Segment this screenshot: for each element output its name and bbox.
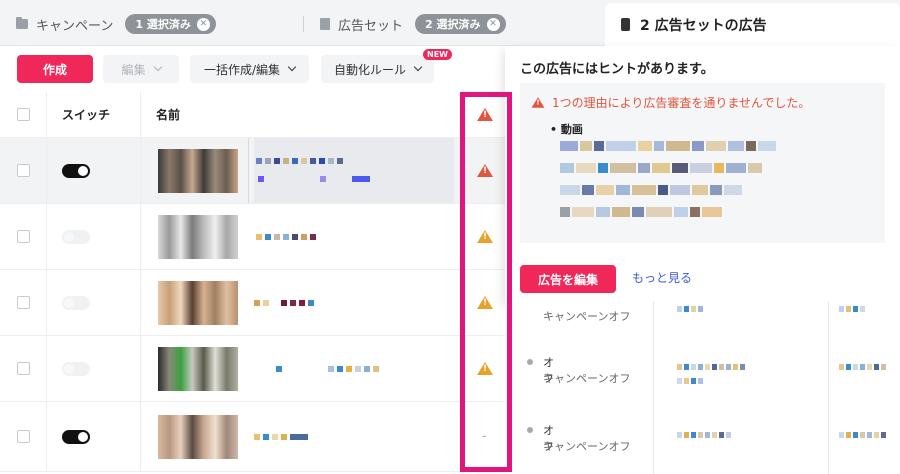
popover-title: この広告にはヒントがあります。 bbox=[520, 62, 714, 77]
hint-box: 1つの理由により広告審査を通りませんでした。 • 動画 bbox=[520, 83, 885, 243]
create-label: 作成 bbox=[42, 62, 67, 77]
row-checkbox[interactable] bbox=[17, 402, 30, 471]
ad-name-redacted bbox=[258, 176, 370, 182]
toggle-switch[interactable] bbox=[62, 402, 90, 471]
redacted-cell bbox=[677, 432, 731, 438]
ad-icon bbox=[621, 18, 630, 31]
toggle-switch[interactable] bbox=[62, 204, 90, 269]
toggle-switch[interactable] bbox=[62, 336, 90, 401]
table-row[interactable] bbox=[0, 270, 505, 336]
status-column: キャンペーンオフ オフ キャンペーンオフ オフ キャンペーンオフ bbox=[505, 302, 900, 474]
status-detail: キャンペーンオフ bbox=[543, 440, 631, 453]
tab-ads[interactable]: 2 広告セットの広告 bbox=[605, 3, 900, 46]
status-dot-icon bbox=[527, 427, 533, 433]
redacted-detail bbox=[560, 141, 880, 235]
chevron-down-icon bbox=[287, 62, 297, 72]
adset-badge-text: 2 選択済み bbox=[425, 18, 481, 31]
ad-thumbnail bbox=[158, 402, 238, 471]
table-header: スイッチ 名前 bbox=[0, 92, 505, 138]
warning-icon bbox=[531, 97, 545, 108]
campaign-badge-text: 1 選択済み bbox=[135, 18, 191, 31]
toggle-switch[interactable] bbox=[62, 138, 90, 203]
see-more-link[interactable]: もっと見る bbox=[632, 269, 692, 286]
row-checkbox[interactable] bbox=[17, 204, 30, 269]
automation-label: 自動化ルール bbox=[333, 62, 406, 77]
status-detail: キャンペーンオフ bbox=[543, 310, 631, 323]
redacted-cell bbox=[839, 306, 865, 312]
chevron-down-icon bbox=[413, 62, 423, 72]
breadcrumb-adset[interactable]: 広告セット 2 選択済み ✕ bbox=[320, 14, 506, 34]
adset-selection-badge[interactable]: 2 選択済み ✕ bbox=[415, 14, 506, 34]
review-error: 1つの理由により広告審査を通りませんでした。 bbox=[530, 94, 810, 111]
campaign-selection-badge[interactable]: 1 選択済み ✕ bbox=[125, 14, 216, 34]
table-row[interactable] bbox=[0, 336, 505, 402]
ad-name[interactable] bbox=[254, 270, 314, 335]
row-checkbox[interactable] bbox=[17, 336, 30, 401]
ad-name[interactable] bbox=[254, 138, 454, 203]
ad-thumbnail bbox=[158, 138, 238, 203]
bulk-edit-button[interactable]: 一括作成/編集 bbox=[190, 55, 309, 83]
clear-selection-icon[interactable]: ✕ bbox=[486, 17, 500, 31]
bulk-label: 一括作成/編集 bbox=[203, 62, 281, 77]
edit-ad-button[interactable]: 広告を編集 bbox=[520, 265, 616, 293]
table-row[interactable] bbox=[0, 204, 505, 270]
ad-thumbnail bbox=[158, 336, 238, 401]
chevron-down-icon bbox=[153, 62, 162, 72]
divider bbox=[303, 16, 304, 32]
hint-popover: この広告にはヒントがあります。 1つの理由により広告審査を通りませんでした。 •… bbox=[505, 46, 900, 302]
adset-label: 広告セット bbox=[338, 18, 404, 34]
redacted-cell bbox=[677, 364, 745, 370]
create-button[interactable]: 作成 bbox=[17, 55, 93, 83]
table-row[interactable]: - bbox=[0, 402, 505, 472]
breadcrumb: キャンペーン 1 選択済み ✕ 広告セット 2 選択済み ✕ 2 広告セットの広… bbox=[0, 0, 900, 46]
header-switch[interactable]: スイッチ bbox=[62, 92, 110, 137]
campaign-label: キャンペーン bbox=[36, 18, 114, 34]
review-error-text: 1つの理由により広告審査を通りませんでした。 bbox=[552, 96, 811, 110]
edit-button[interactable]: 編集 bbox=[103, 55, 179, 83]
warning-column-highlight bbox=[460, 92, 512, 472]
toggle-switch[interactable] bbox=[62, 270, 90, 335]
ad-name[interactable] bbox=[254, 402, 308, 471]
row-checkbox[interactable] bbox=[17, 138, 30, 203]
redacted-cell bbox=[677, 378, 703, 384]
ad-name-redacted bbox=[254, 299, 314, 306]
ad-thumbnail bbox=[158, 270, 238, 335]
row-checkbox[interactable] bbox=[17, 270, 30, 335]
status-dot-icon bbox=[527, 359, 533, 365]
redacted-cell bbox=[839, 432, 886, 438]
select-all-checkbox[interactable] bbox=[17, 92, 30, 137]
folder-icon bbox=[16, 17, 28, 29]
ad-name[interactable] bbox=[256, 204, 316, 269]
status-detail: キャンペーンオフ bbox=[543, 372, 631, 385]
header-name[interactable]: 名前 bbox=[156, 92, 180, 137]
ad-name-redacted bbox=[256, 233, 316, 240]
redacted-cell bbox=[839, 364, 886, 370]
edit-ad-label: 広告を編集 bbox=[537, 272, 598, 287]
table-row[interactable] bbox=[0, 138, 505, 204]
new-badge: NEW bbox=[423, 49, 452, 60]
automation-rules-button[interactable]: 自動化ルール bbox=[321, 55, 434, 83]
ad-name-redacted bbox=[276, 365, 379, 372]
ad-name[interactable] bbox=[276, 336, 379, 401]
clear-selection-icon[interactable]: ✕ bbox=[196, 17, 210, 31]
adset-icon bbox=[320, 18, 330, 30]
ad-name-redacted bbox=[256, 158, 343, 164]
tab-ads-label: 2 広告セットの広告 bbox=[640, 17, 767, 34]
breadcrumb-campaign[interactable]: キャンペーン 1 選択済み ✕ bbox=[16, 14, 216, 34]
ad-thumbnail bbox=[158, 204, 238, 269]
hint-item-video: • 動画 bbox=[550, 123, 583, 136]
edit-label: 編集 bbox=[121, 62, 146, 77]
ad-name-redacted bbox=[254, 433, 308, 440]
redacted-cell bbox=[677, 306, 703, 312]
